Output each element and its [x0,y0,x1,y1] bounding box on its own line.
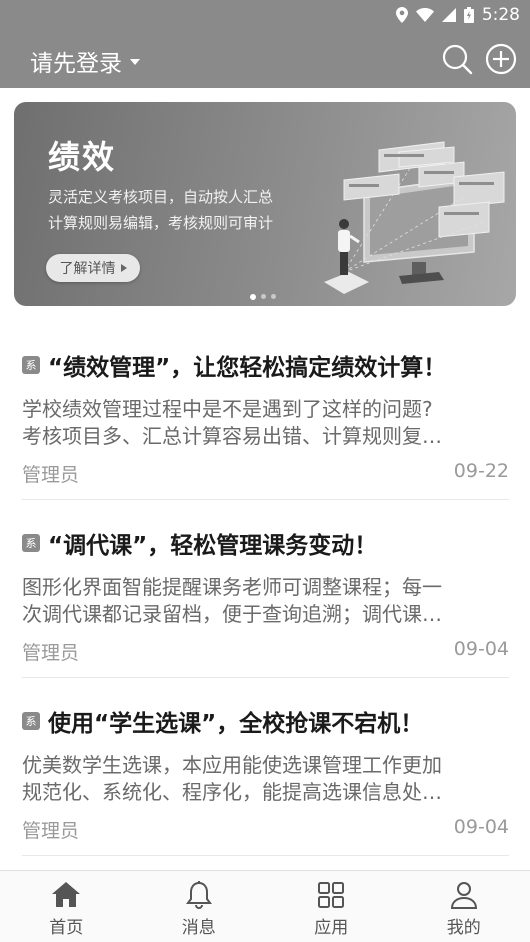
learn-more-button[interactable]: 了解详情 [46,254,140,282]
status-icons: 5:28 [395,5,520,25]
news-summary-line: 优美数学生选课，本应用能使选课管理工作更加 [22,753,442,777]
news-author: 管理员 [22,820,80,842]
tab-messages[interactable]: 消息 [133,871,266,942]
apps-icon [318,882,345,908]
news-title: 使用“学生选课”，全校抢课不宕机！ [48,711,424,737]
status-bar: 5:28 [0,0,530,30]
tab-label: 我的 [446,918,481,938]
news-summary-line: 图形化界面智能提醒课务老师可调整课程；每一 [22,575,442,599]
news-title-row: 系 “调代课”，轻松管理课务变动！ [22,526,377,560]
promo-banner[interactable]: 绩效 灵活定义考核项目，自动按人汇总 计算规则易编辑，考核规则可审计 了解详情 [14,102,516,306]
login-label: 请先登录 [30,51,122,77]
system-badge: 系 [22,534,40,552]
search-icon[interactable] [441,43,473,75]
user-icon [450,882,477,909]
carousel-indicator[interactable] [250,293,276,300]
banner-title: 绩效 [48,138,117,176]
news-title-row: 系 “绩效管理”，让您轻松搞定绩效计算！ [22,348,446,382]
wifi-icon [415,8,434,22]
news-item[interactable]: 系 使用“学生选课”，全校抢课不宕机！ 优美数学生选课，本应用能使选课管理工作更… [22,686,509,856]
news-item[interactable]: 系 “绩效管理”，让您轻松搞定绩效计算！ 学校绩效管理过程中是不是遇到了这样的问… [22,330,509,500]
play-arrow-icon [120,264,127,272]
app-header: 请先登录 [0,30,530,88]
news-summary: 图形化界面智能提醒课务老师可调整课程；每一 次调代课都记录留档，便于查询追溯；调… [22,574,509,628]
news-summary: 学校绩效管理过程中是不是遇到了这样的问题? 考核项目多、汇总计算容易出错、计算规… [22,396,509,450]
battery-icon [463,7,474,23]
banner-description-line1: 灵活定义考核项目，自动按人汇总 [48,188,274,206]
news-title-row: 系 使用“学生选课”，全校抢课不宕机！ [22,704,423,738]
bell-icon [185,881,212,909]
news-summary-line: 学校绩效管理过程中是不是遇到了这样的问题? [22,397,433,421]
bottom-tab-bar: 首页 消息 应用 我的 [0,870,530,942]
chevron-down-icon [130,59,140,65]
tab-label: 消息 [181,918,216,938]
learn-more-label: 了解详情 [59,261,116,277]
tab-profile[interactable]: 我的 [398,871,530,942]
add-circle-icon[interactable] [485,43,517,75]
news-summary-line: 规范化、系统化、程序化，能提高选课信息处… [22,780,442,804]
signal-icon [441,8,456,22]
carousel-dot[interactable] [271,294,276,299]
news-item[interactable]: 系 “调代课”，轻松管理课务变动！ 图形化界面智能提醒课务老师可调整课程；每一 … [22,508,509,678]
news-date: 09-04 [453,638,509,660]
system-badge: 系 [22,356,40,374]
banner-description-line2: 计算规则易编辑，考核规则可审计 [48,214,274,232]
tab-home[interactable]: 首页 [0,871,133,942]
news-date: 09-04 [453,816,509,838]
news-author: 管理员 [22,642,80,664]
login-dropdown[interactable]: 请先登录 [30,44,140,78]
news-summary-line: 考核项目多、汇总计算容易出错、计算规则复… [22,424,442,448]
banner-illustration [324,141,505,294]
tab-label: 首页 [49,918,84,938]
tab-label: 应用 [314,918,349,938]
news-summary-line: 次调代课都记录留档，便于查询追溯；调代课… [22,602,442,626]
home-icon [52,882,81,907]
news-date: 09-22 [453,460,509,482]
system-badge: 系 [22,712,40,730]
status-time: 5:28 [481,5,520,25]
tab-apps[interactable]: 应用 [265,871,398,942]
carousel-dot[interactable] [261,294,266,299]
location-icon [395,7,408,23]
news-author: 管理员 [22,464,80,486]
news-title: “绩效管理”，让您轻松搞定绩效计算！ [48,355,447,381]
news-summary: 优美数学生选课，本应用能使选课管理工作更加 规范化、系统化、程序化，能提高选课信… [22,752,509,806]
news-title: “调代课”，轻松管理课务变动！ [48,533,378,559]
carousel-dot[interactable] [250,293,256,300]
